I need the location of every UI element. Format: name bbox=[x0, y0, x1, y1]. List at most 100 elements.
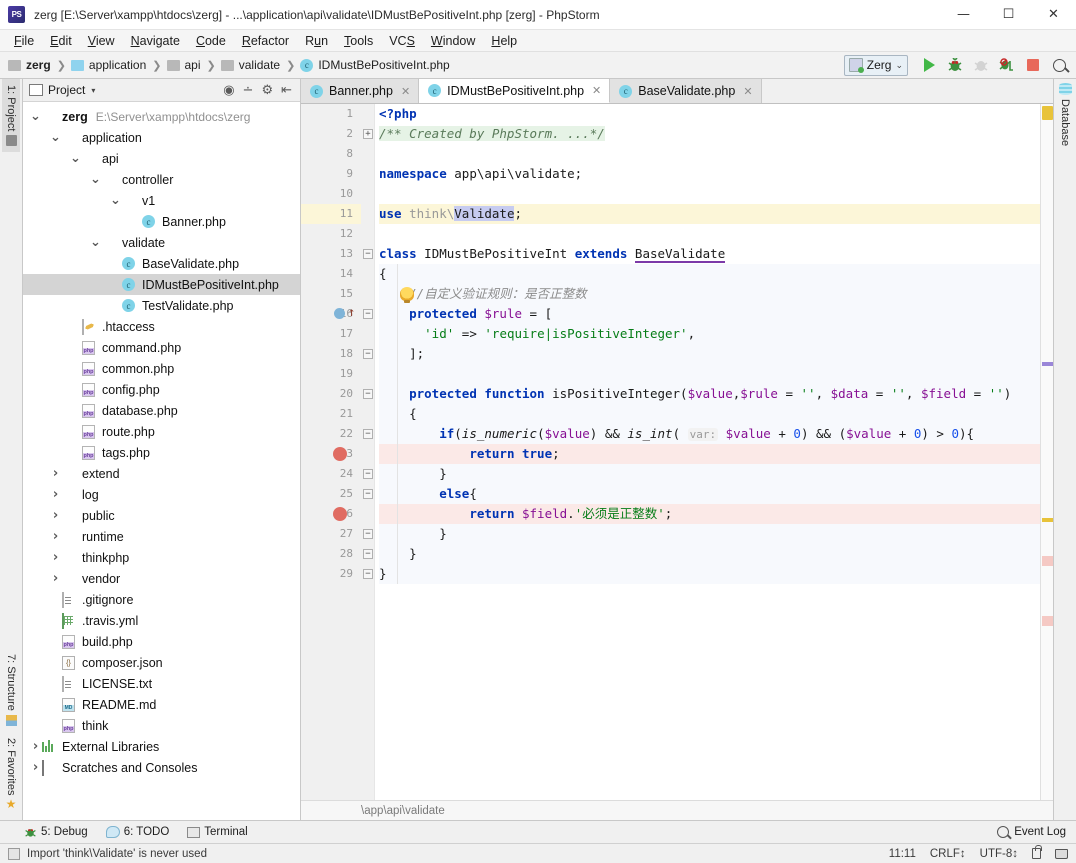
collapse-fold-icon[interactable]: − bbox=[363, 309, 373, 319]
menu-item-file[interactable]: File bbox=[6, 32, 42, 50]
tree-node-vendor[interactable]: › vendor bbox=[23, 568, 300, 589]
line-number-24[interactable]: 24 bbox=[301, 464, 361, 484]
menu-item-navigate[interactable]: Navigate bbox=[123, 32, 188, 50]
close-button[interactable]: ✕ bbox=[1031, 0, 1076, 30]
code-line-14[interactable]: { bbox=[379, 264, 1040, 284]
project-tree[interactable]: ⌄ zerg E:\Server\xampp\htdocs\zerg ⌄ applica… bbox=[23, 102, 300, 820]
tree-node-tags-php[interactable]: · tags.php bbox=[23, 442, 300, 463]
code-line-26[interactable]: return $field.'必须是正整数'; bbox=[379, 504, 1040, 524]
line-number-11[interactable]: 11 bbox=[301, 204, 361, 224]
maximize-button[interactable]: ☐ bbox=[986, 0, 1031, 30]
chevron-down-icon[interactable]: ▾ bbox=[91, 86, 95, 95]
chevron-right-icon[interactable]: › bbox=[49, 466, 62, 481]
code-line-21[interactable]: { bbox=[379, 404, 1040, 424]
menu-item-code[interactable]: Code bbox=[188, 32, 234, 50]
collapse-fold-icon[interactable]: − bbox=[363, 389, 373, 399]
tree-node-route-php[interactable]: · route.php bbox=[23, 421, 300, 442]
code-line-9[interactable]: namespace app\api\validate; bbox=[379, 164, 1040, 184]
event-log-button[interactable]: Event Log bbox=[997, 826, 1076, 838]
settings-gear-icon[interactable]: ⚙ bbox=[261, 83, 273, 98]
line-number-8[interactable]: 8 bbox=[301, 144, 361, 164]
menu-item-vcs[interactable]: VCS bbox=[381, 32, 423, 50]
chevron-right-icon[interactable]: › bbox=[29, 739, 42, 754]
line-number-15[interactable]: 15 bbox=[301, 284, 361, 304]
editor-gutter[interactable]: 128910111213141516↑171819202122232425262… bbox=[301, 104, 361, 800]
code-content[interactable]: <?php/** Created by PhpStorm. ...*/ names… bbox=[375, 104, 1040, 800]
tree-node-application[interactable]: ⌄ application bbox=[23, 127, 300, 148]
tree-node-idmustbepositiveint-php[interactable]: ·c IDMustBePositiveInt.php bbox=[23, 274, 300, 295]
chevron-right-icon[interactable]: › bbox=[49, 508, 62, 523]
intention-bulb-icon[interactable] bbox=[400, 287, 414, 303]
breadcrumb-item-validate[interactable]: validate bbox=[220, 58, 280, 72]
chevron-down-icon[interactable]: ⌄ bbox=[29, 110, 42, 123]
chevron-right-icon[interactable]: › bbox=[49, 571, 62, 586]
menu-item-help[interactable]: Help bbox=[483, 32, 525, 50]
tree-node--gitignore[interactable]: · .gitignore bbox=[23, 589, 300, 610]
chevron-right-icon[interactable]: › bbox=[29, 760, 42, 775]
tree-node--travis-yml[interactable]: · .travis.yml bbox=[23, 610, 300, 631]
line-number-1[interactable]: 1 bbox=[301, 104, 361, 124]
tree-node-think[interactable]: · think bbox=[23, 715, 300, 736]
line-number-12[interactable]: 12 bbox=[301, 224, 361, 244]
line-number-13[interactable]: 13 bbox=[301, 244, 361, 264]
search-everywhere-button[interactable] bbox=[1046, 53, 1072, 77]
editor-marker-scrollbar[interactable] bbox=[1040, 104, 1053, 800]
chevron-down-icon[interactable]: ⌄ bbox=[109, 194, 122, 207]
line-number-2[interactable]: 2 bbox=[301, 124, 361, 144]
line-number-25[interactable]: 25 bbox=[301, 484, 361, 504]
tree-node-log[interactable]: › log bbox=[23, 484, 300, 505]
line-number-10[interactable]: 10 bbox=[301, 184, 361, 204]
breadcrumb-item-zerg[interactable]: zerg bbox=[8, 58, 51, 72]
tree-node-controller[interactable]: ⌄ controller bbox=[23, 169, 300, 190]
editor-tab-banner-php[interactable]: c Banner.php ✕ bbox=[301, 79, 420, 103]
rerun-button[interactable] bbox=[968, 53, 994, 77]
code-line-15[interactable]: //自定义验证规则：是否正整数 bbox=[379, 284, 1040, 304]
tool-window-debug[interactable]: 5: Debug bbox=[24, 826, 88, 839]
scrollbar-thumb[interactable] bbox=[1042, 106, 1053, 120]
line-number-29[interactable]: 29 bbox=[301, 564, 361, 584]
line-number-9[interactable]: 9 bbox=[301, 164, 361, 184]
close-icon[interactable]: ✕ bbox=[592, 84, 601, 97]
chevron-right-icon[interactable]: › bbox=[49, 550, 62, 565]
chevron-down-icon[interactable]: ⌄ bbox=[49, 131, 62, 144]
chevron-down-icon[interactable]: ⌄ bbox=[89, 173, 102, 186]
breakpoint-icon[interactable] bbox=[333, 507, 347, 521]
editor-tab-idmustbepositiveint-php[interactable]: c IDMustBePositiveInt.php ✕ bbox=[419, 79, 611, 103]
code-line-2[interactable]: /** Created by PhpStorm. ...*/ bbox=[379, 124, 1040, 144]
tree-node-zerg[interactable]: ⌄ zerg E:\Server\xampp\htdocs\zerg bbox=[23, 106, 300, 127]
run-configuration-selector[interactable]: Zerg ⌄ bbox=[843, 54, 908, 76]
stop-debug-button[interactable] bbox=[994, 53, 1020, 77]
file-encoding[interactable]: UTF-8↕ bbox=[980, 848, 1018, 860]
line-separator[interactable]: CRLF↕ bbox=[930, 848, 966, 860]
tree-node-common-php[interactable]: · common.php bbox=[23, 358, 300, 379]
debug-button[interactable] bbox=[942, 53, 968, 77]
line-number-22[interactable]: 22 bbox=[301, 424, 361, 444]
code-line-23[interactable]: return true; bbox=[379, 444, 1040, 464]
breakpoint-icon[interactable] bbox=[333, 447, 347, 461]
tree-node-thinkphp[interactable]: › thinkphp bbox=[23, 547, 300, 568]
code-line-18[interactable]: ]; bbox=[379, 344, 1040, 364]
stop-button[interactable] bbox=[1020, 53, 1046, 77]
chevron-down-icon[interactable]: ⌄ bbox=[89, 236, 102, 249]
editor-tab-basevalidate-php[interactable]: c BaseValidate.php ✕ bbox=[610, 79, 762, 103]
tree-node-scratches-and-consoles[interactable]: › Scratches and Consoles bbox=[23, 757, 300, 778]
line-number-21[interactable]: 21 bbox=[301, 404, 361, 424]
tree-node-testvalidate-php[interactable]: ·c TestValidate.php bbox=[23, 295, 300, 316]
line-number-18[interactable]: 18 bbox=[301, 344, 361, 364]
sidebar-item-database[interactable]: Database bbox=[1059, 99, 1071, 146]
tree-node-external-libraries[interactable]: › External Libraries bbox=[23, 736, 300, 757]
sidebar-item-favorites[interactable]: 2: Favorites ★ bbox=[2, 732, 20, 816]
locate-icon[interactable]: ◉ bbox=[223, 83, 234, 98]
line-number-19[interactable]: 19 bbox=[301, 364, 361, 384]
line-number-20[interactable]: 20 bbox=[301, 384, 361, 404]
line-number-27[interactable]: 27 bbox=[301, 524, 361, 544]
code-line-16[interactable]: protected $rule = [ bbox=[379, 304, 1040, 324]
tree-node-database-php[interactable]: · database.php bbox=[23, 400, 300, 421]
tree-node-runtime[interactable]: › runtime bbox=[23, 526, 300, 547]
collapse-fold-icon[interactable]: − bbox=[363, 469, 373, 479]
code-line-13[interactable]: class IDMustBePositiveInt extends BaseVa… bbox=[379, 244, 1040, 264]
collapse-all-icon[interactable]: ∸ bbox=[243, 83, 254, 98]
tool-window-terminal[interactable]: Terminal bbox=[187, 826, 248, 838]
tree-node-validate[interactable]: ⌄ validate bbox=[23, 232, 300, 253]
collapse-fold-icon[interactable]: − bbox=[363, 429, 373, 439]
